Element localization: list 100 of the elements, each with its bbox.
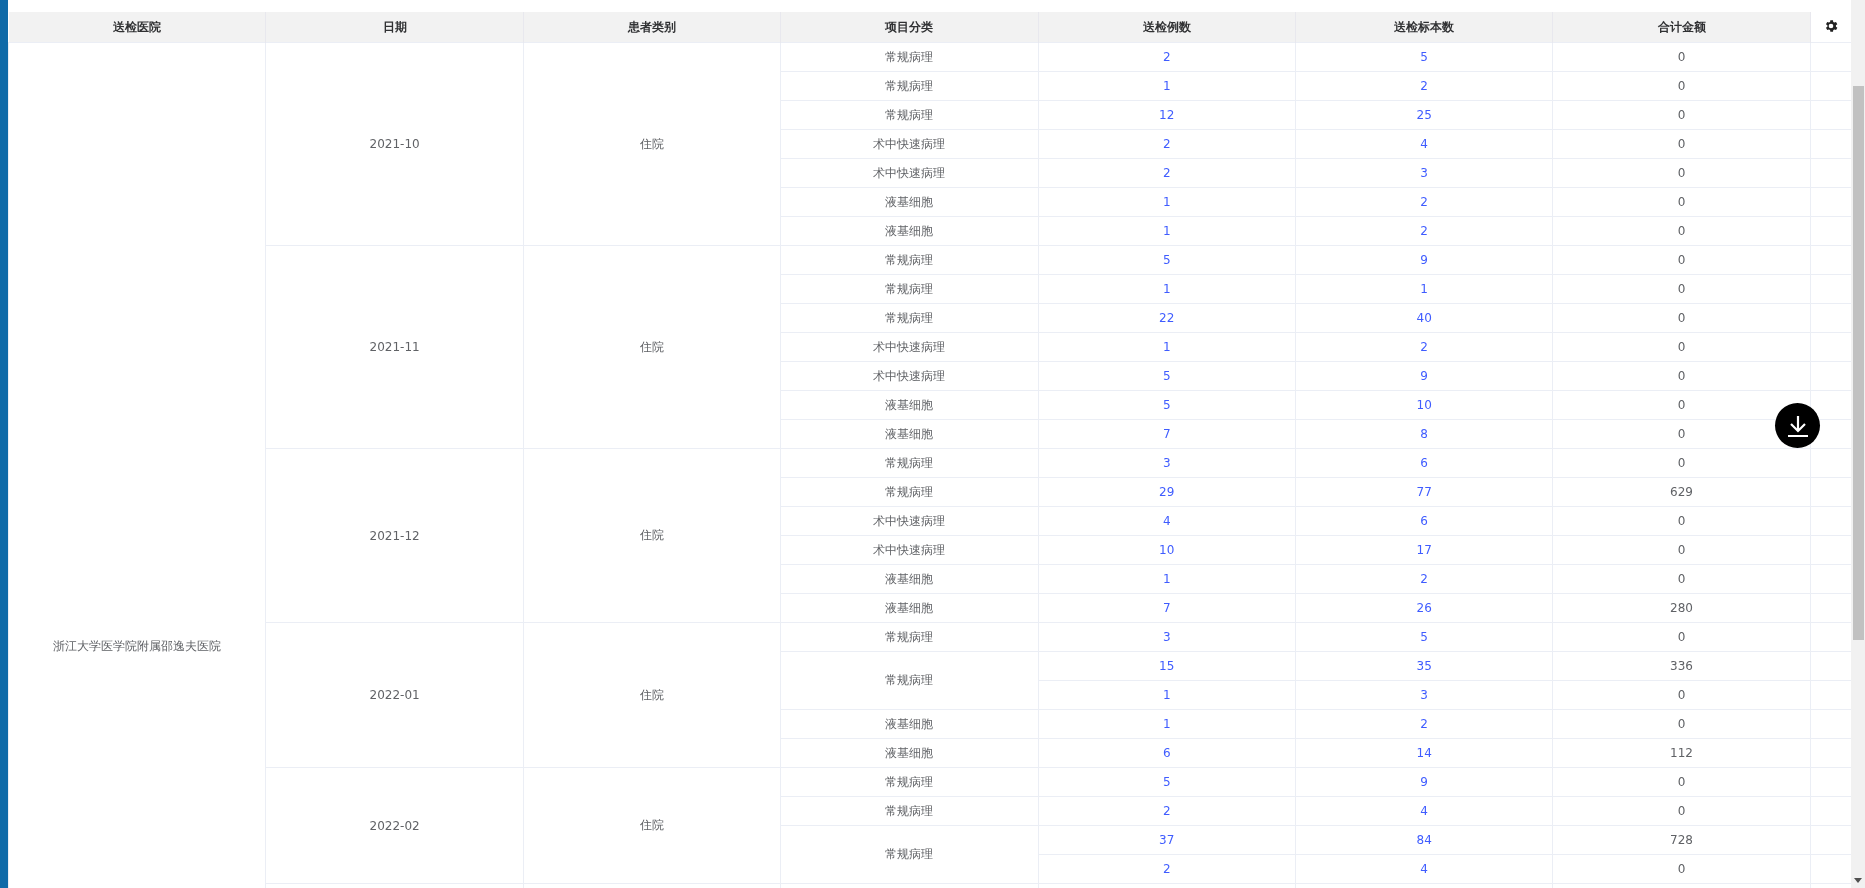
table-cell: 0 <box>1552 796 1811 826</box>
table-cell: 常规病理 <box>780 622 1039 652</box>
download-button[interactable] <box>1775 403 1820 448</box>
count-link[interactable]: 5 <box>1162 398 1171 412</box>
table-cell: 液基细胞 <box>780 419 1039 449</box>
scrollbar-thumb[interactable] <box>1853 86 1864 640</box>
count-link[interactable]: 5 <box>1420 50 1428 64</box>
count-link[interactable]: 10 <box>1416 398 1432 412</box>
table-cell: 液基细胞 <box>780 709 1039 739</box>
count-link[interactable]: 9 <box>1420 253 1428 267</box>
table-cell: 术中快速病理 <box>780 158 1039 188</box>
table-cell: 112 <box>1552 738 1811 768</box>
count-link[interactable]: 1 <box>1162 717 1171 731</box>
count-link[interactable]: 1 <box>1162 79 1171 93</box>
table-cell: 0 <box>1552 506 1811 536</box>
count-link[interactable]: 14 <box>1416 746 1432 760</box>
table-cell: 浙江大学医学院附属邵逸夫医院 <box>53 639 222 653</box>
table-cell: 0 <box>1552 71 1811 101</box>
count-link[interactable]: 2 <box>1162 862 1171 876</box>
count-link[interactable]: 1 <box>1162 688 1171 702</box>
count-link[interactable]: 3 <box>1162 630 1171 644</box>
table-cell: 0 <box>1552 709 1811 739</box>
scrollbar[interactable] <box>1851 0 1865 888</box>
table-cell: 液基细胞 <box>780 738 1039 768</box>
table-cell: 0 <box>1552 187 1811 217</box>
count-link[interactable]: 4 <box>1420 862 1428 876</box>
count-link[interactable]: 2 <box>1420 224 1428 238</box>
count-link[interactable]: 2 <box>1420 195 1428 209</box>
count-link[interactable]: 10 <box>1159 543 1175 557</box>
count-link[interactable]: 3 <box>1162 456 1171 470</box>
column-header: 患者类别 <box>523 12 781 43</box>
count-link[interactable]: 2 <box>1162 166 1171 180</box>
count-link[interactable]: 5 <box>1162 369 1171 383</box>
column-header: 送检例数 <box>1038 12 1296 43</box>
count-link[interactable]: 5 <box>1420 630 1428 644</box>
table-cell: 常规病理 <box>780 825 1039 884</box>
count-link[interactable]: 6 <box>1420 514 1428 528</box>
count-link[interactable]: 1 <box>1162 572 1171 586</box>
count-link[interactable]: 3 <box>1420 166 1428 180</box>
count-link[interactable]: 1 <box>1162 195 1171 209</box>
table-cell: 0 <box>1552 680 1811 710</box>
table-cell: 术中快速病理 <box>780 361 1039 391</box>
count-link[interactable]: 1 <box>1420 282 1428 296</box>
table-cell: 常规病理 <box>780 71 1039 101</box>
count-link[interactable]: 1 <box>1162 282 1171 296</box>
count-link[interactable]: 3 <box>1420 688 1428 702</box>
count-link[interactable]: 1 <box>1162 340 1171 354</box>
count-link[interactable]: 2 <box>1420 79 1428 93</box>
table-cell: 0 <box>1552 158 1811 188</box>
column-header: 合计金额 <box>1552 12 1811 43</box>
table-cell: 住院 <box>523 767 781 884</box>
count-link[interactable]: 2 <box>1420 572 1428 586</box>
table-cell: 0 <box>1552 564 1811 594</box>
count-link[interactable]: 17 <box>1416 543 1432 557</box>
count-link[interactable]: 37 <box>1159 833 1175 847</box>
count-link[interactable]: 22 <box>1159 311 1175 325</box>
table-cell: 术中快速病理 <box>780 506 1039 536</box>
count-link[interactable]: 7 <box>1162 427 1171 441</box>
count-link[interactable]: 12 <box>1159 108 1175 122</box>
count-link[interactable]: 40 <box>1416 311 1432 325</box>
count-link[interactable]: 7 <box>1162 601 1171 615</box>
count-link[interactable]: 77 <box>1416 485 1432 499</box>
count-link[interactable]: 2 <box>1162 137 1171 151</box>
count-link[interactable]: 35 <box>1416 659 1432 673</box>
count-link[interactable]: 2 <box>1420 717 1428 731</box>
column-header: 送检医院 <box>8 12 266 43</box>
table-cell: 常规病理 <box>780 303 1039 333</box>
count-link[interactable]: 4 <box>1420 137 1428 151</box>
count-link[interactable]: 15 <box>1159 659 1175 673</box>
count-link[interactable]: 2 <box>1162 50 1171 64</box>
count-link[interactable]: 5 <box>1162 775 1171 789</box>
table-cell: 常规病理 <box>780 42 1039 72</box>
count-link[interactable]: 84 <box>1416 833 1432 847</box>
count-link[interactable]: 6 <box>1420 456 1428 470</box>
table-cell: 0 <box>1552 448 1811 478</box>
table-cell: 0 <box>1552 245 1811 275</box>
table-cell: 术中快速病理 <box>780 129 1039 159</box>
count-link[interactable]: 29 <box>1159 485 1175 499</box>
count-link[interactable]: 1 <box>1162 224 1171 238</box>
table-cell: 2022-02 <box>265 767 524 884</box>
count-link[interactable]: 9 <box>1420 369 1428 383</box>
table-cell: 住院 <box>523 622 781 768</box>
count-link[interactable]: 26 <box>1416 601 1432 615</box>
table-cell: 0 <box>1552 274 1811 304</box>
scroll-down-icon[interactable] <box>1854 878 1862 883</box>
table-cell: 常规病理 <box>780 477 1039 507</box>
count-link[interactable]: 6 <box>1162 746 1171 760</box>
table-cell: 336 <box>1552 651 1811 681</box>
count-link[interactable]: 8 <box>1420 427 1428 441</box>
count-link[interactable]: 4 <box>1162 514 1171 528</box>
column-header: 日期 <box>265 12 524 43</box>
count-link[interactable]: 5 <box>1162 253 1171 267</box>
count-link[interactable]: 2 <box>1420 340 1428 354</box>
table-cell: 住院 <box>523 245 781 449</box>
table-cell: 住院 <box>523 448 781 623</box>
count-link[interactable]: 25 <box>1416 108 1432 122</box>
table-cell: 2022-01 <box>265 622 524 768</box>
count-link[interactable]: 9 <box>1420 775 1428 789</box>
count-link[interactable]: 2 <box>1162 804 1171 818</box>
count-link[interactable]: 4 <box>1420 804 1428 818</box>
